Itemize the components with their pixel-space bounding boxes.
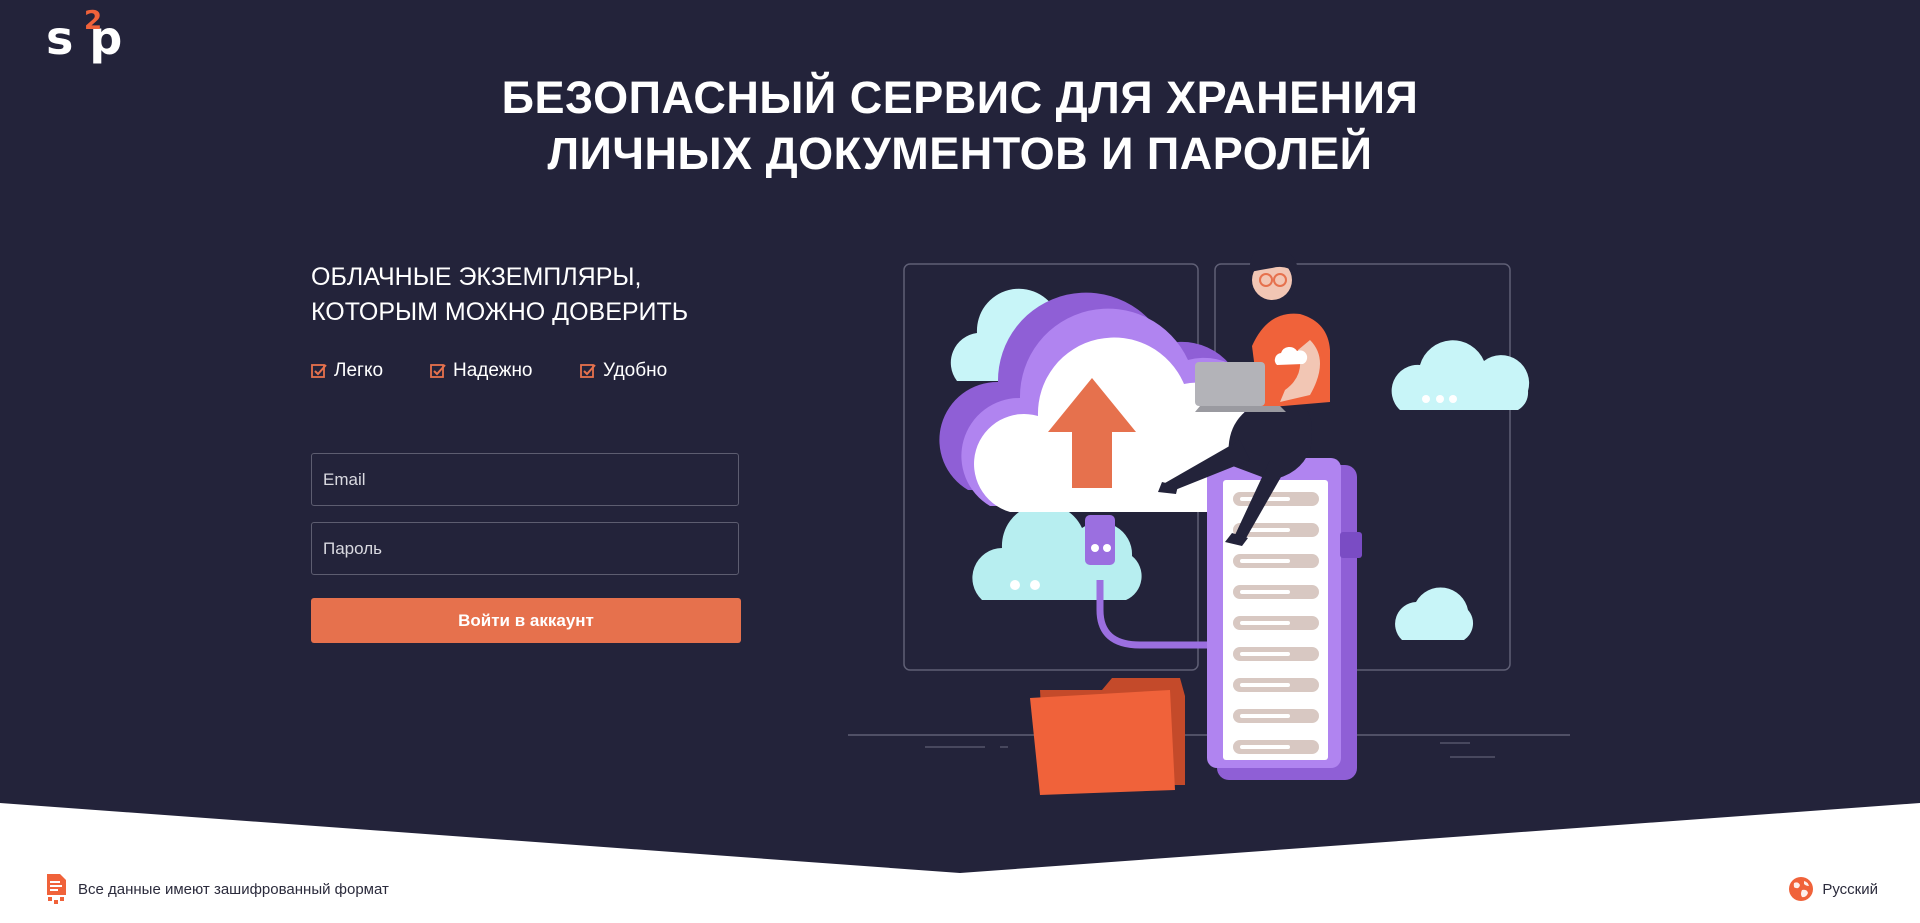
logo[interactable]: s p 2: [46, 6, 146, 65]
login-button[interactable]: Войти в аккаунт: [311, 598, 741, 643]
encryption-note-text: Все данные имеют зашифрованный формат: [78, 880, 389, 898]
subtitle: ОБЛАЧНЫЕ ЭКЗЕМПЛЯРЫ, КОТОРЫМ МОЖНО ДОВЕР…: [311, 260, 831, 330]
cloud-upload-illustration: [848, 250, 1570, 795]
language-label: Русский: [1822, 880, 1878, 898]
title-line-1: БЕЗОПАСНЫЙ СЕРВИС ДЛЯ ХРАНЕНИЯ: [501, 72, 1419, 123]
document-lock-icon: [47, 874, 66, 904]
feature-item: Надежно: [430, 360, 533, 382]
check-icon: [311, 364, 327, 378]
feature-label: Легко: [334, 360, 384, 381]
password-placeholder: Пароль: [323, 539, 382, 558]
feature-item: Легко: [311, 360, 383, 382]
email-field[interactable]: Email: [311, 453, 739, 506]
language-selector[interactable]: Русский: [1788, 875, 1878, 903]
email-placeholder: Email: [323, 470, 366, 489]
check-icon: [430, 364, 446, 378]
page-title: БЕЗОПАСНЫЙ СЕРВИС ДЛЯ ХРАНЕНИЯ ЛИЧНЫХ ДО…: [360, 70, 1560, 182]
title-line-2: ЛИЧНЫХ ДОКУМЕНТОВ И ПАРОЛЕЙ: [547, 128, 1373, 179]
globe-icon: [1789, 877, 1814, 901]
feature-label: Надежно: [453, 360, 533, 381]
check-icon: [580, 364, 596, 378]
feature-label: Удобно: [603, 360, 668, 381]
subtitle-line-2: КОТОРЫМ МОЖНО ДОВЕРИТЬ: [311, 298, 689, 326]
subtitle-line-1: ОБЛАЧНЫЕ ЭКЗЕМПЛЯРЫ,: [311, 263, 642, 291]
encryption-note: Все данные имеют зашифрованный формат: [46, 873, 389, 905]
password-field[interactable]: Пароль: [311, 522, 739, 575]
feature-item: Удобно: [580, 360, 667, 382]
logo-superscript: 2: [84, 6, 103, 36]
